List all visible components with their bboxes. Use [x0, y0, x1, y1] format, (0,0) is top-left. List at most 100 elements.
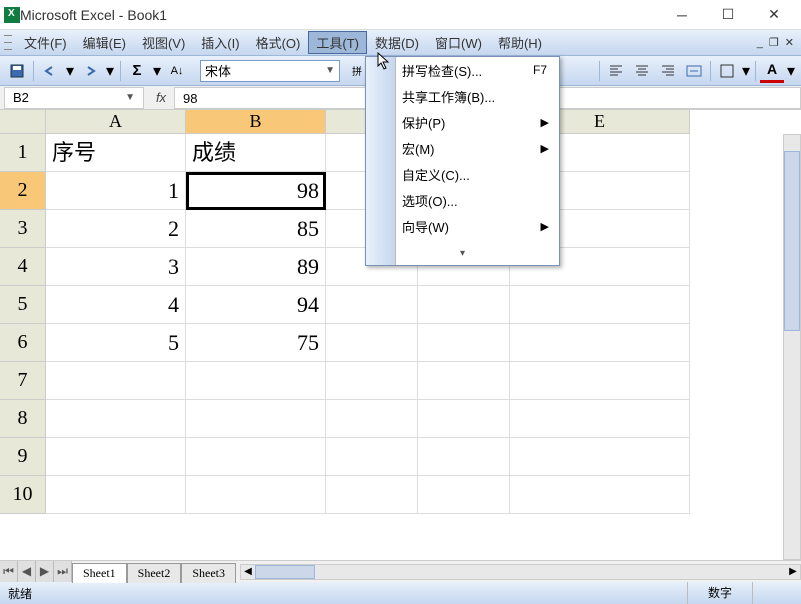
cell-E9[interactable]	[510, 438, 690, 476]
cell-E5[interactable]	[510, 286, 690, 324]
fx-button[interactable]: fx	[148, 90, 174, 105]
menu-item[interactable]: 拼写检查(S)...F7	[366, 57, 559, 83]
row-header-8[interactable]: 8	[0, 400, 46, 438]
row-header-1[interactable]: 1	[0, 134, 46, 172]
cell-D8[interactable]	[418, 400, 510, 438]
cell-B5[interactable]: 94	[186, 286, 326, 324]
menu-item[interactable]: 宏(M)▶	[366, 135, 559, 161]
scroll-left-icon[interactable]: ◀	[241, 565, 255, 579]
cell-A1[interactable]: 序号	[46, 134, 186, 172]
cell-D5[interactable]	[418, 286, 510, 324]
cell-C6[interactable]	[326, 324, 418, 362]
column-header-A[interactable]: A	[46, 110, 186, 134]
cell-A8[interactable]	[46, 400, 186, 438]
cell-A10[interactable]	[46, 476, 186, 514]
cell-A7[interactable]	[46, 362, 186, 400]
menu-file[interactable]: 文件(F)	[16, 31, 75, 54]
doc-close-button[interactable]: ✕	[782, 36, 797, 49]
cell-B9[interactable]	[186, 438, 326, 476]
doc-restore-button[interactable]: ❐	[766, 36, 782, 49]
redo-dropdown[interactable]: ▾	[104, 59, 116, 83]
align-center-button[interactable]	[630, 59, 654, 83]
autosum-button[interactable]: Σ	[125, 59, 149, 83]
autosum-dropdown[interactable]: ▾	[151, 59, 163, 83]
toolbar-grip[interactable]	[4, 33, 12, 53]
scrollbar-thumb[interactable]	[784, 151, 800, 331]
menu-window[interactable]: 窗口(W)	[427, 31, 490, 54]
menu-item[interactable]: 自定义(C)...	[366, 161, 559, 187]
cell-D10[interactable]	[418, 476, 510, 514]
borders-dropdown[interactable]: ▾	[741, 59, 751, 83]
first-sheet-button[interactable]: ⏮	[0, 561, 18, 582]
row-header-4[interactable]: 4	[0, 248, 46, 286]
undo-dropdown[interactable]: ▾	[64, 59, 76, 83]
vertical-scrollbar[interactable]	[783, 134, 801, 560]
menu-help[interactable]: 帮助(H)	[490, 31, 550, 54]
cell-B7[interactable]	[186, 362, 326, 400]
cell-D7[interactable]	[418, 362, 510, 400]
menu-item[interactable]: 共享工作簿(B)...	[366, 83, 559, 109]
menu-item[interactable]: 保护(P)▶	[366, 109, 559, 135]
next-sheet-button[interactable]: ▶	[36, 561, 54, 582]
align-left-button[interactable]	[604, 59, 628, 83]
cell-A9[interactable]	[46, 438, 186, 476]
horizontal-scrollbar[interactable]: ◀ ▶	[240, 564, 801, 580]
row-header-9[interactable]: 9	[0, 438, 46, 476]
sheet-tab[interactable]: Sheet1	[72, 563, 127, 583]
cell-E7[interactable]	[510, 362, 690, 400]
cell-E6[interactable]	[510, 324, 690, 362]
cell-B1[interactable]: 成绩	[186, 134, 326, 172]
undo-button[interactable]	[38, 59, 62, 83]
maximize-button[interactable]: ☐	[705, 0, 751, 30]
expand-menu-button[interactable]: ▾	[366, 239, 559, 265]
cell-C9[interactable]	[326, 438, 418, 476]
row-header-2[interactable]: 2	[0, 172, 46, 210]
borders-button[interactable]	[715, 59, 739, 83]
font-color-button[interactable]: A	[760, 59, 784, 83]
cell-B2[interactable]: 98	[186, 172, 326, 210]
scrollbar-thumb[interactable]	[255, 565, 315, 579]
cell-D6[interactable]	[418, 324, 510, 362]
prev-sheet-button[interactable]: ◀	[18, 561, 36, 582]
scroll-right-icon[interactable]: ▶	[786, 565, 800, 579]
cell-B3[interactable]: 85	[186, 210, 326, 248]
minimize-button[interactable]: ─	[659, 0, 705, 30]
menu-edit[interactable]: 编辑(E)	[75, 31, 134, 54]
menu-tools[interactable]: 工具(T)	[308, 31, 367, 54]
select-all-corner[interactable]	[0, 110, 46, 134]
cell-A5[interactable]: 4	[46, 286, 186, 324]
row-header-10[interactable]: 10	[0, 476, 46, 514]
cell-B8[interactable]	[186, 400, 326, 438]
menu-view[interactable]: 视图(V)	[134, 31, 193, 54]
row-header-6[interactable]: 6	[0, 324, 46, 362]
cell-C8[interactable]	[326, 400, 418, 438]
cell-B6[interactable]: 75	[186, 324, 326, 362]
cell-C5[interactable]	[326, 286, 418, 324]
merge-button[interactable]	[682, 59, 706, 83]
menu-item[interactable]: 选项(O)...	[366, 187, 559, 213]
row-header-5[interactable]: 5	[0, 286, 46, 324]
cell-A2[interactable]: 1	[46, 172, 186, 210]
row-header-7[interactable]: 7	[0, 362, 46, 400]
close-button[interactable]: ✕	[751, 0, 797, 30]
align-right-button[interactable]	[656, 59, 680, 83]
menu-item[interactable]: 向导(W)▶	[366, 213, 559, 239]
cell-A4[interactable]: 3	[46, 248, 186, 286]
cell-C7[interactable]	[326, 362, 418, 400]
menu-insert[interactable]: 插入(I)	[193, 31, 247, 54]
cell-A3[interactable]: 2	[46, 210, 186, 248]
redo-button[interactable]	[78, 59, 102, 83]
font-color-dropdown[interactable]: ▾	[786, 59, 796, 83]
sheet-tab[interactable]: Sheet2	[127, 563, 182, 583]
cell-E8[interactable]	[510, 400, 690, 438]
doc-minimize-button[interactable]: _	[754, 37, 766, 49]
last-sheet-button[interactable]: ⏭	[54, 561, 72, 582]
font-selector[interactable]: 宋体 ▼	[200, 60, 340, 82]
menu-format[interactable]: 格式(O)	[248, 31, 309, 54]
cell-D9[interactable]	[418, 438, 510, 476]
menu-data[interactable]: 数据(D)	[367, 31, 427, 54]
sheet-tab[interactable]: Sheet3	[181, 563, 236, 583]
cell-B4[interactable]: 89	[186, 248, 326, 286]
cell-B10[interactable]	[186, 476, 326, 514]
name-box[interactable]: B2 ▼	[4, 87, 144, 109]
